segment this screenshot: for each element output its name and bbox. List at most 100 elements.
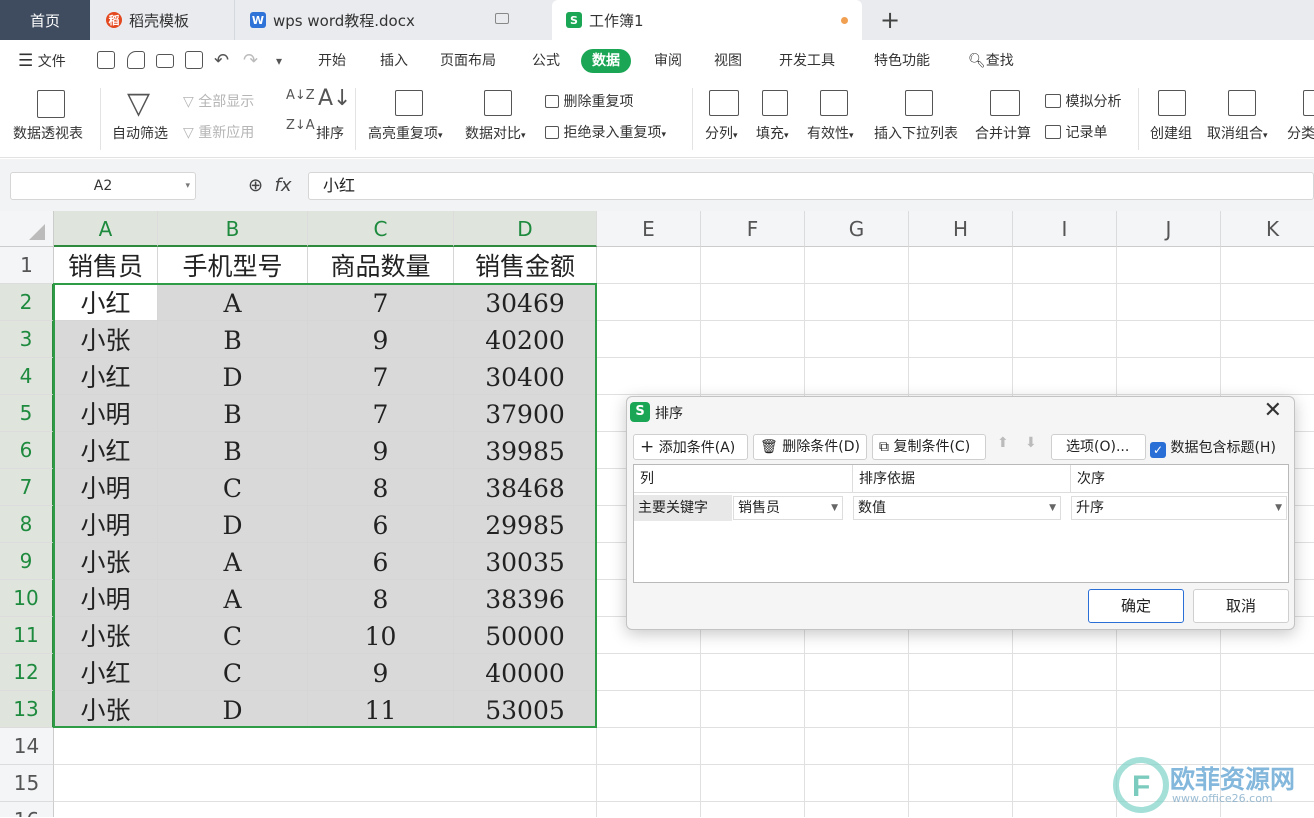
menu-developer[interactable]: 开发工具	[779, 49, 835, 73]
row-header-5[interactable]: 5	[0, 395, 54, 432]
sort-button[interactable]: 排序	[316, 123, 344, 143]
delete-condition-button[interactable]: 🗑︎ 删除条件(D)	[753, 434, 867, 460]
row-header-11[interactable]: 11	[0, 617, 54, 654]
menu-insert[interactable]: 插入	[380, 49, 408, 73]
cell-c9[interactable]: 6	[308, 543, 454, 580]
remove-dup-button[interactable]: 删除重复项	[545, 91, 633, 111]
menu-formula[interactable]: 公式	[532, 49, 560, 73]
col-header-k[interactable]: K	[1221, 211, 1314, 247]
cell-a8[interactable]: 小明	[54, 506, 158, 543]
col-header-h[interactable]: H	[909, 211, 1013, 247]
row-header-13[interactable]: 13	[0, 691, 54, 728]
menu-data[interactable]: 数据	[581, 49, 631, 73]
tab-workbook[interactable]: S 工作簿1	[552, 0, 862, 40]
cell-c6[interactable]: 9	[308, 432, 454, 469]
col-header-b[interactable]: B	[158, 211, 308, 247]
fill-button[interactable]: 填充▾	[756, 123, 789, 143]
compare-button[interactable]: 数据对比▾	[465, 123, 526, 143]
cell-c10[interactable]: 8	[308, 580, 454, 617]
col-header-d[interactable]: D	[454, 211, 597, 247]
menu-search[interactable]: 🔍︎查找	[968, 49, 1014, 73]
row-header-9[interactable]: 9	[0, 543, 54, 580]
print-preview-icon[interactable]	[185, 51, 203, 69]
pivot-table-button[interactable]: 数据透视表	[13, 123, 83, 143]
cell-a2[interactable]: 小红	[54, 284, 158, 321]
cell-c1[interactable]: 商品数量	[308, 247, 454, 284]
redo-icon[interactable]: ↷	[243, 49, 258, 73]
record-button[interactable]: 记录单	[1045, 122, 1107, 142]
close-icon[interactable]: ✕	[1264, 398, 1282, 423]
row-header-14[interactable]: 14	[0, 728, 54, 765]
copy-condition-button[interactable]: ⧉ 复制条件(C)	[872, 434, 986, 460]
cell-b7[interactable]: C	[158, 469, 308, 506]
row-header-16[interactable]: 16	[0, 802, 54, 817]
cell-d4[interactable]: 30400	[454, 358, 597, 395]
cancel-button[interactable]: 取消	[1193, 589, 1289, 623]
cell-a3[interactable]: 小张	[54, 321, 158, 358]
cell-c8[interactable]: 6	[308, 506, 454, 543]
cell-c3[interactable]: 9	[308, 321, 454, 358]
cell-c5[interactable]: 7	[308, 395, 454, 432]
col-header-i[interactable]: I	[1013, 211, 1117, 247]
row-header-15[interactable]: 15	[0, 765, 54, 802]
new-tab-button[interactable]: +	[870, 0, 910, 40]
customize-arrow-icon[interactable]: ▾	[276, 49, 282, 73]
menu-special[interactable]: 特色功能	[874, 49, 930, 73]
row-header-1[interactable]: 1	[0, 247, 54, 284]
select-all-corner[interactable]	[0, 211, 54, 247]
cell-b12[interactable]: C	[158, 654, 308, 691]
cell-c13[interactable]: 11	[308, 691, 454, 728]
menu-view[interactable]: 视图	[714, 49, 742, 73]
tab-template[interactable]: 稻 稻壳模板	[92, 0, 235, 40]
cell-a13[interactable]: 小张	[54, 691, 158, 728]
whatif-button[interactable]: 模拟分析	[1045, 91, 1121, 111]
file-menu[interactable]: ☰ 文件	[18, 49, 66, 73]
cell-b13[interactable]: D	[158, 691, 308, 728]
cell-a6[interactable]: 小红	[54, 432, 158, 469]
add-condition-button[interactable]: + 添加条件(A)	[633, 434, 748, 460]
col-header-f[interactable]: F	[701, 211, 805, 247]
options-button[interactable]: 选项(O)...	[1051, 434, 1146, 460]
row-header-3[interactable]: 3	[0, 321, 54, 358]
cell-b1[interactable]: 手机型号	[158, 247, 308, 284]
cell-c2[interactable]: 7	[308, 284, 454, 321]
row-header-8[interactable]: 8	[0, 506, 54, 543]
cell-d8[interactable]: 29985	[454, 506, 597, 543]
group-button[interactable]: 创建组	[1150, 123, 1192, 143]
row-header-10[interactable]: 10	[0, 580, 54, 617]
cell-a11[interactable]: 小张	[54, 617, 158, 654]
row-header-4[interactable]: 4	[0, 358, 54, 395]
ungroup-button[interactable]: 取消组合▾	[1207, 123, 1268, 143]
monitor-icon[interactable]	[495, 13, 509, 24]
col-header-c[interactable]: C	[308, 211, 454, 247]
cell-d1[interactable]: 销售金额	[454, 247, 597, 284]
export-icon[interactable]	[127, 51, 145, 69]
cell-a4[interactable]: 小红	[54, 358, 158, 395]
consolidate-button[interactable]: 合并计算	[975, 123, 1031, 143]
cell-d13[interactable]: 53005	[454, 691, 597, 728]
menu-start[interactable]: 开始	[318, 49, 346, 73]
cell-d5[interactable]: 37900	[454, 395, 597, 432]
menu-review[interactable]: 审阅	[654, 49, 682, 73]
order-select[interactable]: 升序 ▼	[1071, 496, 1287, 520]
reapply-button[interactable]: ▽ 重新应用	[183, 122, 254, 142]
cell-c7[interactable]: 8	[308, 469, 454, 506]
row-header-2[interactable]: 2	[0, 284, 54, 321]
cell-d2[interactable]: 30469	[454, 284, 597, 321]
row-header-12[interactable]: 12	[0, 654, 54, 691]
col-header-g[interactable]: G	[805, 211, 909, 247]
split-button[interactable]: 分列▾	[705, 123, 738, 143]
cell-b11[interactable]: C	[158, 617, 308, 654]
tab-doc[interactable]: W wps word教程.docx	[236, 0, 551, 40]
undo-icon[interactable]: ↶	[214, 49, 229, 73]
showall-button[interactable]: ▽ 全部显示	[183, 91, 254, 111]
cell-d11[interactable]: 50000	[454, 617, 597, 654]
cell-b8[interactable]: D	[158, 506, 308, 543]
autofilter-button[interactable]: 自动筛选	[112, 123, 168, 143]
key-select[interactable]: 销售员 ▼	[733, 496, 843, 520]
highlight-dup-button[interactable]: 高亮重复项▾	[368, 123, 443, 143]
cell-d9[interactable]: 30035	[454, 543, 597, 580]
col-header-e[interactable]: E	[597, 211, 701, 247]
name-box[interactable]: A2 ▾	[10, 172, 196, 200]
has-header-checkbox[interactable]: ✓ 数据包含标题(H)	[1150, 437, 1276, 458]
